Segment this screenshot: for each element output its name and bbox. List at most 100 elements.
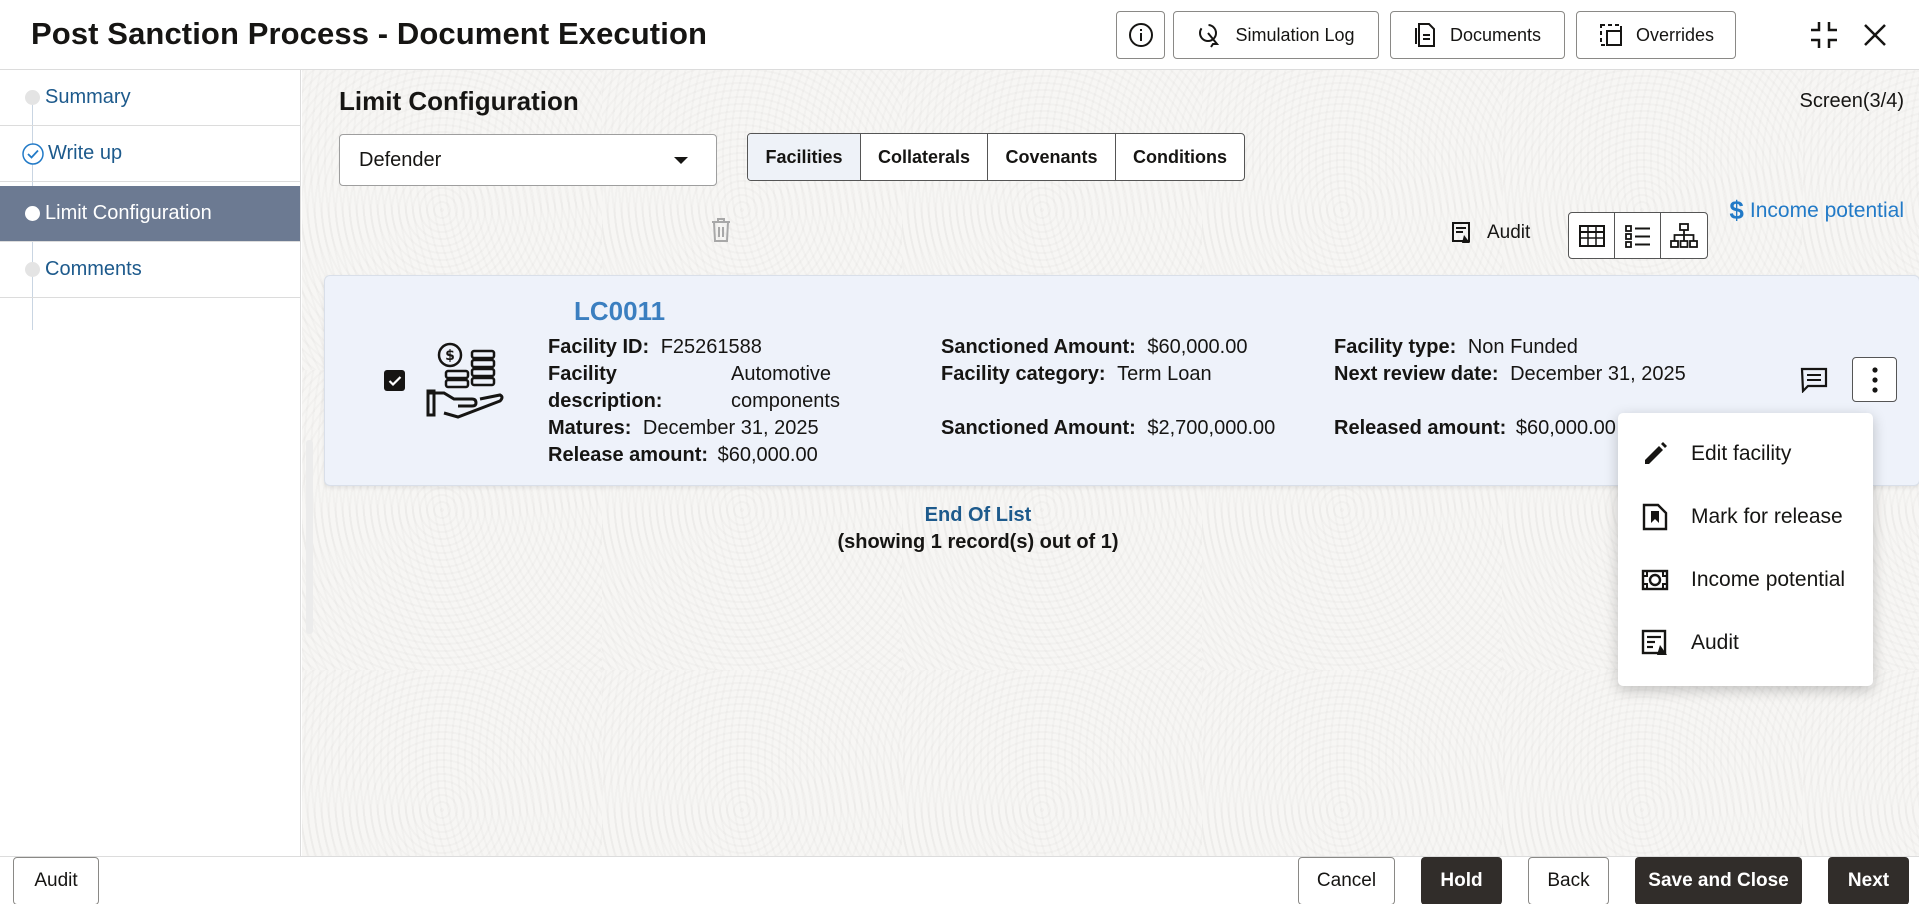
documents-icon	[1414, 23, 1435, 47]
collapse-icon[interactable]	[1806, 17, 1842, 53]
scrollbar[interactable]	[306, 440, 313, 634]
facility-description-label-line2: description:	[548, 390, 663, 412]
page-title: Post Sanction Process - Document Executi…	[31, 16, 708, 51]
menu-item-income-potential[interactable]: Income potential	[1618, 550, 1873, 610]
facility-description-value: Automotive components	[731, 361, 840, 415]
menu-item-label: Edit facility	[1691, 442, 1792, 465]
release-amount-field: Release amount: $60,000.00	[548, 442, 818, 469]
tab-collaterals[interactable]: Collaterals	[861, 134, 988, 180]
back-button[interactable]: Back	[1528, 857, 1609, 904]
matures-field: Matures: December 31, 2025	[548, 415, 819, 442]
menu-item-audit[interactable]: Audit	[1618, 613, 1873, 673]
facility-type-value: Non Funded	[1467, 336, 1578, 358]
close-icon[interactable]	[1857, 17, 1893, 53]
check-circle-icon	[22, 142, 44, 165]
menu-item-label: Income potential	[1691, 568, 1846, 591]
customer-select-value: Defender	[359, 148, 442, 171]
sidebar-item-limit-configuration[interactable]: Limit Configuration	[0, 186, 300, 242]
next-review-field: Next review date: December 31, 2025	[1334, 361, 1686, 388]
more-actions-button[interactable]	[1852, 357, 1897, 402]
simulation-log-button[interactable]: Simulation Log	[1173, 11, 1379, 59]
sidebar-item-label: Summary	[45, 86, 131, 108]
sidebar-item-summary[interactable]: Summary	[0, 70, 300, 126]
record-count: (showing 1 record(s) out of 1)	[837, 531, 1119, 553]
sanctioned-amount-label: Sanctioned Amount:	[941, 417, 1136, 439]
step-dot	[25, 90, 40, 105]
step-dot	[25, 206, 40, 221]
list-view-icon[interactable]	[1615, 213, 1661, 258]
matures-value: December 31, 2025	[642, 417, 819, 439]
facility-id-field: Facility ID: F25261588	[548, 334, 762, 361]
audit-label: Audit	[1487, 222, 1531, 243]
released-amount-field: Released amount: $60,000.00	[1334, 415, 1616, 442]
info-icon	[1128, 23, 1153, 47]
sidebar-item-label: Comments	[45, 258, 142, 280]
menu-item-edit-facility[interactable]: Edit facility	[1618, 424, 1873, 484]
audit-icon	[1452, 222, 1470, 243]
next-review-label: Next review date:	[1334, 363, 1499, 385]
sidebar-item-label: Limit Configuration	[45, 202, 212, 224]
info-button[interactable]	[1116, 11, 1165, 59]
flag-icon	[1640, 502, 1670, 532]
view-toggle	[1568, 212, 1708, 259]
delete-icon[interactable]	[707, 214, 735, 246]
footer: Audit Cancel Hold Back Save and Close Ne…	[0, 856, 1919, 904]
comment-icon[interactable]	[1797, 364, 1831, 396]
overrides-button[interactable]: Overrides	[1576, 11, 1736, 59]
facility-title[interactable]: LC0011	[574, 296, 665, 327]
release-amount-label: Release amount:	[548, 444, 709, 466]
sidebar-item-write-up[interactable]: Write up	[0, 126, 300, 182]
check-icon	[388, 375, 401, 386]
next-review-value: December 31, 2025	[1510, 363, 1686, 385]
sidebar-item-label: Write up	[48, 142, 123, 164]
screen-counter: Screen(3/4)	[1799, 90, 1905, 112]
menu-item-label: Audit	[1691, 631, 1739, 654]
simulation-log-label: Simulation Log	[1235, 24, 1355, 45]
facility-type-field: Facility type: Non Funded	[1334, 334, 1578, 361]
hierarchy-view-icon[interactable]	[1661, 213, 1707, 258]
pencil-icon	[1640, 439, 1670, 469]
table-view-icon[interactable]	[1569, 213, 1615, 258]
header: Post Sanction Process - Document Executi…	[0, 0, 1919, 70]
chevron-down-icon	[674, 157, 688, 164]
tab-facilities[interactable]: Facilities	[748, 134, 861, 180]
sanctioned-amount-field: Sanctioned Amount: $60,000.00	[941, 334, 1247, 361]
facility-category-label: Facility category:	[941, 363, 1106, 385]
facility-description-label-line1: Facility	[548, 363, 617, 385]
facility-id-label: Facility ID:	[548, 336, 650, 358]
sanctioned-amount-value: $60,000.00	[1147, 336, 1248, 358]
save-and-close-button[interactable]: Save and Close	[1635, 857, 1802, 904]
overrides-icon	[1599, 24, 1622, 46]
section-title: Limit Configuration	[339, 86, 579, 116]
kebab-menu-icon	[1871, 366, 1878, 393]
cancel-button[interactable]: Cancel	[1298, 857, 1395, 904]
next-button[interactable]: Next	[1828, 857, 1909, 904]
footer-audit-button[interactable]: Audit	[13, 857, 99, 904]
audit-icon	[1640, 628, 1670, 658]
sanctioned-amount-value: $2,700,000.00	[1147, 417, 1276, 439]
facility-description-label: Facility description:	[548, 361, 662, 415]
select-checkbox[interactable]	[384, 370, 405, 391]
menu-item-label: Mark for release	[1691, 505, 1843, 528]
tab-covenants[interactable]: Covenants	[988, 134, 1116, 180]
tab-conditions[interactable]: Conditions	[1116, 134, 1244, 180]
facility-description-value-line2: components	[731, 390, 840, 412]
documents-button[interactable]: Documents	[1390, 11, 1565, 59]
release-amount-value: $60,000.00	[717, 444, 818, 466]
released-amount-value: $60,000.00	[1515, 417, 1616, 439]
facility-description-value-line1: Automotive	[731, 363, 832, 385]
hold-button[interactable]: Hold	[1421, 857, 1502, 904]
facility-id-value: F25261588	[660, 336, 762, 358]
customer-select[interactable]: Defender	[339, 134, 717, 186]
sanctioned-amount-label: Sanctioned Amount:	[941, 336, 1136, 358]
sidebar: Summary Write up Limit Configuration Com…	[0, 70, 301, 856]
income-potential-link[interactable]: $ Income potential	[1729, 195, 1904, 226]
dollar-icon: $	[1729, 195, 1744, 225]
sanctioned-amount-field-2: Sanctioned Amount: $2,700,000.00	[941, 415, 1275, 442]
documents-label: Documents	[1449, 24, 1542, 45]
audit-link[interactable]: Audit	[1451, 221, 1530, 245]
simulation-log-icon	[1199, 24, 1220, 48]
money-icon	[1640, 565, 1670, 595]
sidebar-item-comments[interactable]: Comments	[0, 242, 300, 298]
menu-item-mark-for-release[interactable]: Mark for release	[1618, 487, 1873, 547]
